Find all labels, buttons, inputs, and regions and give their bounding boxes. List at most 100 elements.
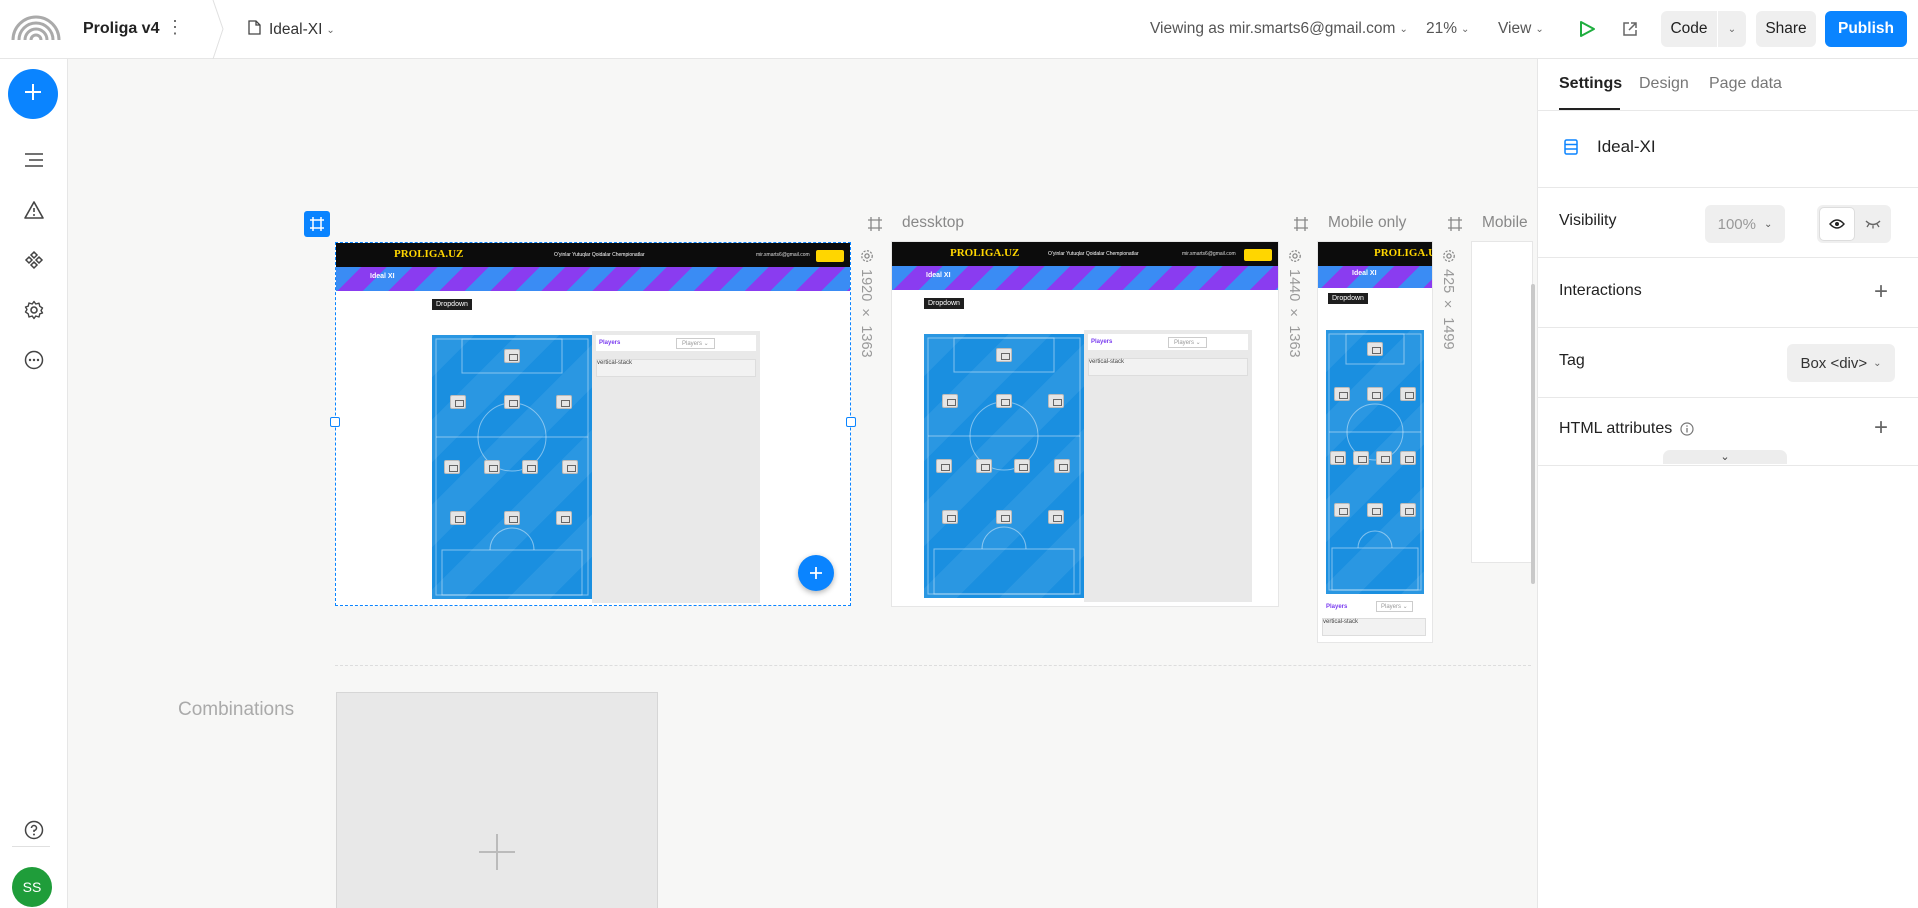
player-slot: [1400, 387, 1416, 401]
view-selector[interactable]: View ⌄: [1498, 20, 1544, 38]
tag-value: Box <div>: [1800, 354, 1868, 372]
canvas-scrollbar[interactable]: [1531, 284, 1535, 584]
publish-button[interactable]: Publish: [1825, 11, 1907, 47]
frame-breakpoint-mobile[interactable]: [1472, 242, 1532, 562]
plus-icon: [23, 82, 43, 106]
external-link-icon[interactable]: [1622, 21, 1638, 41]
frame-select-icon[interactable]: [868, 217, 882, 235]
players-label: Players: [1091, 339, 1113, 345]
avatar[interactable]: SS: [12, 867, 52, 907]
zoom-value: 21%: [1426, 20, 1458, 37]
player-slot: [504, 349, 520, 363]
view-label: View: [1498, 20, 1532, 37]
players-textarea: vertical-stack: [596, 359, 756, 377]
player-slot: [996, 510, 1012, 524]
interactions-row: Interactions +: [1537, 258, 1918, 328]
resize-handle-right[interactable]: [846, 417, 856, 427]
add-section-button[interactable]: [798, 555, 834, 591]
tag-select[interactable]: Box <div> ⌄: [1787, 344, 1895, 382]
tab-design[interactable]: Design: [1639, 75, 1689, 93]
project-menu-icon[interactable]: ⋮: [166, 17, 184, 38]
tag-label: Tag: [1559, 352, 1585, 369]
tab-settings[interactable]: Settings: [1559, 75, 1622, 93]
viewing-as-selector[interactable]: Viewing as mir.smarts6@gmail.com ⌄: [1150, 20, 1408, 38]
player-slot: [484, 460, 500, 474]
zoom-selector[interactable]: 21% ⌄: [1426, 20, 1469, 38]
code-button[interactable]: Code: [1661, 11, 1717, 47]
frame-breakpoint-1440[interactable]: PROLIGA.UZ O'yinlar Yutuqlar Qoidalar Ch…: [892, 242, 1278, 606]
player-slot: [1330, 451, 1346, 465]
visible-toggle[interactable]: [1819, 207, 1855, 241]
chevron-down-icon: ⌄: [1727, 23, 1737, 35]
site-banner-text: Ideal XI: [370, 273, 395, 280]
site-banner-text: Ideal XI: [1352, 270, 1377, 277]
settings-button[interactable]: [0, 287, 68, 337]
players-panel: Players Players ⌄ vertical-stack: [1084, 330, 1252, 602]
project-name[interactable]: Proliga v4: [83, 20, 159, 38]
warnings-button[interactable]: [0, 187, 68, 237]
add-attribute-icon[interactable]: +: [1874, 414, 1888, 442]
football-pitch: [924, 334, 1084, 598]
eye-closed-icon: [1865, 220, 1881, 229]
players-select: Players ⌄: [676, 338, 715, 349]
info-icon[interactable]: [1680, 422, 1694, 436]
frame-label[interactable]: Mobile only: [1328, 214, 1406, 232]
canvas[interactable]: PROLIGA.UZ O'yinlar Yutuqlar Qoidalar Ch…: [68, 59, 1537, 908]
frame-label[interactable]: dessktop: [902, 214, 964, 232]
player-slot: [556, 395, 572, 409]
hidden-toggle[interactable]: [1857, 207, 1889, 241]
components-button[interactable]: [0, 237, 68, 287]
site-logo: PROLIGA.UZ: [394, 248, 464, 260]
chevron-down-icon: ⌄: [1720, 451, 1730, 463]
players-header: Players Players ⌄: [1088, 334, 1248, 350]
plus-icon: [477, 832, 517, 876]
frame-breakpoint-1920[interactable]: PROLIGA.UZ O'yinlar Yutuqlar Qoidalar Ch…: [335, 242, 851, 606]
navigator-button[interactable]: [0, 137, 68, 187]
frame-select-icon[interactable]: [304, 211, 330, 237]
add-element-button[interactable]: [8, 69, 58, 119]
resize-handle-left[interactable]: [330, 417, 340, 427]
list-icon: [24, 152, 44, 172]
frame-breakpoint-425[interactable]: PROLIGA.UZ Ideal XI Dropdown: [1318, 242, 1432, 642]
player-slot: [450, 395, 466, 409]
player-slot: [1367, 387, 1383, 401]
player-slot: [1400, 503, 1416, 517]
player-slot: [996, 394, 1012, 408]
help-button[interactable]: [0, 807, 68, 857]
site-menu: O'yinlar Yutuqlar Qoidalar Chempionatlar: [1048, 251, 1139, 257]
code-dropdown-button[interactable]: ⌄: [1718, 11, 1746, 47]
expand-section-button[interactable]: ⌄: [1663, 450, 1787, 464]
page-selector[interactable]: Ideal-XI ⌄: [248, 20, 335, 40]
frame-settings-icon[interactable]: [860, 249, 874, 267]
player-slot: [996, 348, 1012, 362]
logo-icon[interactable]: [10, 14, 62, 44]
frame-dimensions: 1920 × 1363: [858, 269, 874, 358]
more-button[interactable]: [0, 337, 68, 387]
frame-settings-icon[interactable]: [1288, 249, 1302, 267]
visibility-opacity-select[interactable]: 100% ⌄: [1705, 205, 1785, 243]
player-slot: [976, 459, 992, 473]
player-slot: [936, 459, 952, 473]
frame-select-icon[interactable]: [1448, 217, 1462, 235]
player-slot: [556, 511, 572, 525]
html-attributes-header: HTML attributes: [1559, 420, 1694, 438]
site-login-button: [1244, 249, 1272, 261]
element-name[interactable]: Ideal-XI: [1597, 137, 1656, 157]
players-label: Players: [1326, 604, 1348, 610]
add-interaction-icon[interactable]: +: [1874, 278, 1888, 306]
chevron-down-icon: ⌄: [1763, 218, 1773, 230]
frame-settings-icon[interactable]: [1442, 249, 1456, 267]
add-combination-card[interactable]: [336, 692, 658, 908]
chevron-down-icon: ⌄: [326, 24, 335, 36]
players-select: Players ⌄: [1376, 601, 1413, 612]
player-slot: [444, 460, 460, 474]
player-slot: [504, 511, 520, 525]
frame-label[interactable]: Mobile: [1482, 214, 1528, 232]
page-file-icon: [248, 20, 261, 40]
frame-select-icon[interactable]: [1294, 217, 1308, 235]
components-icon: [24, 250, 44, 274]
tab-page-data[interactable]: Page data: [1709, 75, 1782, 93]
play-icon[interactable]: [1578, 20, 1596, 42]
player-slot: [1054, 459, 1070, 473]
share-button[interactable]: Share: [1756, 11, 1816, 47]
